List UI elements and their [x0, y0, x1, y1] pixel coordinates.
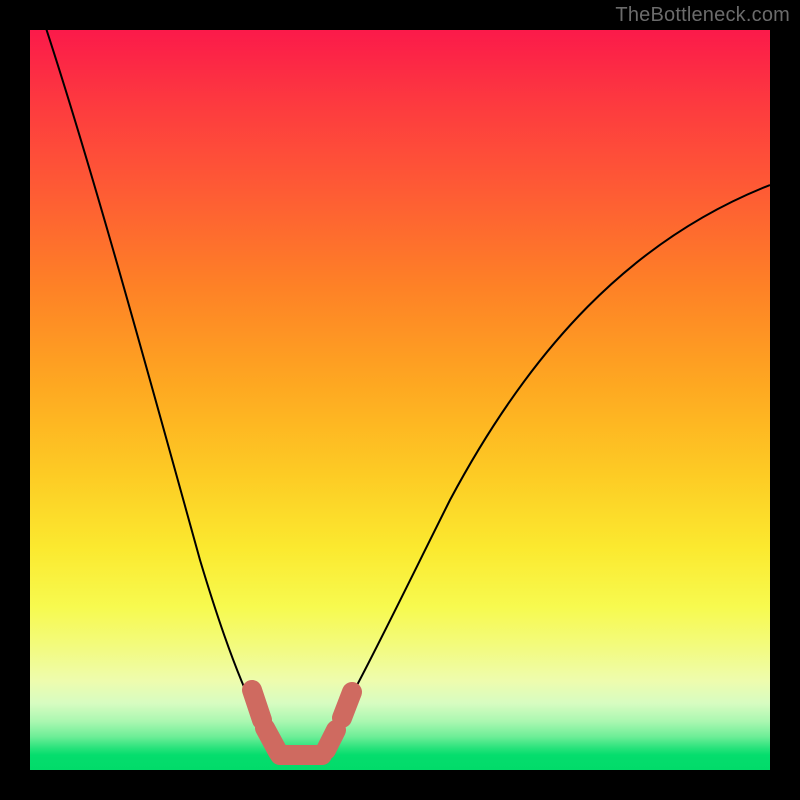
chart-frame: TheBottleneck.com [0, 0, 800, 800]
watermark-text: TheBottleneck.com [615, 4, 790, 27]
valley-marker [252, 690, 352, 755]
marker-seg-left-1 [252, 690, 262, 720]
marker-seg-right-1 [326, 730, 336, 750]
marker-seg-right-2 [342, 692, 352, 718]
chart-svg [30, 30, 770, 770]
bottleneck-curve [40, 30, 770, 750]
plot-area [30, 30, 770, 770]
